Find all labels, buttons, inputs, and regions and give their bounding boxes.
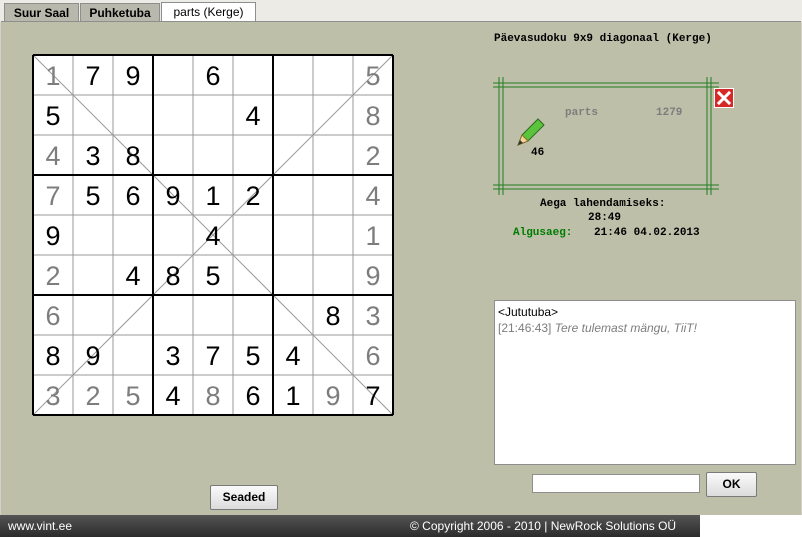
board-cell-digit[interactable]: 7 — [205, 341, 220, 371]
chat-message-time: [21:46:43] — [498, 321, 552, 335]
timer-value: 28:49 — [588, 212, 622, 224]
board-cell-digit[interactable]: 8 — [125, 141, 140, 171]
board-cell-digit[interactable]: 4 — [285, 341, 300, 371]
chat-message-text: Tere tulemast mängu, TiiT! — [554, 321, 697, 335]
board-cell-digit[interactable]: 6 — [45, 301, 60, 331]
board-cell-digit[interactable]: 7 — [365, 381, 380, 411]
board-cell-digit[interactable]: 9 — [325, 381, 340, 411]
player-card-frame — [493, 77, 719, 195]
board-cell-digit[interactable]: 9 — [365, 261, 380, 291]
sudoku-board[interactable]: 1 7 9 6 55 4 84 3 8 27 5 6 9 1 2 49 4 12 4 8 5 96 8 38 9 3 7 5 4 63 2 5… — [32, 54, 394, 416]
chat-box[interactable]: <Jututuba> [21:46:43] Tere tulemast mäng… — [494, 300, 796, 465]
timer-label: Aega lahendamiseks: — [540, 198, 666, 210]
board-cell-digit[interactable]: 7 — [45, 181, 60, 211]
board-cell-digit[interactable]: 2 — [45, 261, 60, 291]
board-cell-digit[interactable]: 9 — [165, 181, 180, 211]
ok-button[interactable]: OK — [706, 472, 757, 497]
board-cell-digit[interactable]: 6 — [205, 61, 220, 91]
board-cell-digit[interactable]: 5 — [125, 381, 140, 411]
board-cell-digit[interactable]: 2 — [245, 181, 260, 211]
board-cell-digit[interactable]: 4 — [125, 261, 140, 291]
player-name: parts — [565, 107, 599, 119]
board-cell-digit[interactable]: 5 — [365, 61, 380, 91]
board-cell-digit[interactable]: 4 — [165, 381, 180, 411]
pencil-icon — [517, 118, 545, 146]
footer-site-link[interactable]: www.vint.ee — [8, 519, 72, 533]
board-cell-digit[interactable]: 8 — [365, 101, 380, 131]
tab-parts-kerge[interactable]: parts (Kerge) — [161, 2, 256, 22]
tab-bar: Suur Saal Puhketuba parts (Kerge) — [0, 0, 802, 22]
player-moves: 46 — [531, 147, 545, 159]
board-cell-digit[interactable]: 9 — [45, 221, 60, 251]
start-time-label: Algusaeg: — [513, 227, 573, 239]
board-cell-digit[interactable]: 4 — [205, 221, 220, 251]
board-cell-digit[interactable]: 4 — [365, 181, 380, 211]
start-time-value: 21:46 04.02.2013 — [594, 227, 700, 239]
board-cell-digit[interactable]: 6 — [125, 181, 140, 211]
board-cell-digit[interactable]: 2 — [85, 381, 100, 411]
settings-button[interactable]: Seaded — [210, 485, 278, 510]
board-cell-digit[interactable]: 5 — [205, 261, 220, 291]
board-cell-digit[interactable]: 6 — [245, 381, 260, 411]
board-cell-digit[interactable]: 5 — [45, 101, 60, 131]
board-cell-digit[interactable]: 8 — [325, 301, 340, 331]
board-cell-digit[interactable]: 3 — [45, 381, 60, 411]
footer: www.vint.ee © Copyright 2006 - 2010 | Ne… — [0, 515, 802, 537]
board-cell-digit[interactable]: 4 — [245, 101, 260, 131]
board-cell-digit[interactable]: 5 — [85, 181, 100, 211]
chat-title: <Jututuba> — [498, 305, 559, 319]
board-cell-digit[interactable]: 4 — [45, 141, 60, 171]
board-cell-digit[interactable]: 6 — [365, 341, 380, 371]
board-cell-digit[interactable]: 8 — [165, 261, 180, 291]
board-cell-digit[interactable]: 1 — [365, 221, 380, 251]
board-cell-digit[interactable]: 1 — [285, 381, 300, 411]
board-cell-digit[interactable]: 3 — [165, 341, 180, 371]
chat-input[interactable] — [532, 474, 700, 493]
chat-message: [21:46:43] Tere tulemast mängu, TiiT! — [498, 321, 792, 335]
tab-puhketuba[interactable]: Puhketuba — [80, 3, 160, 21]
board-cell-digit[interactable]: 5 — [245, 341, 260, 371]
board-cell-digit[interactable]: 1 — [45, 61, 60, 91]
board-cell-digit[interactable]: 3 — [85, 141, 100, 171]
board-cell-digit[interactable]: 9 — [125, 61, 140, 91]
game-title: Päevasudoku 9x9 diagonaal (Kerge) — [494, 33, 712, 45]
footer-blank — [700, 515, 802, 537]
close-icon[interactable] — [714, 88, 734, 108]
board-cell-digit[interactable]: 2 — [365, 141, 380, 171]
board-cell-digit[interactable]: 8 — [45, 341, 60, 371]
player-score: 1279 — [656, 107, 683, 119]
tab-suur-saal[interactable]: Suur Saal — [4, 3, 79, 21]
board-cell-digit[interactable]: 1 — [205, 181, 220, 211]
footer-copyright: © Copyright 2006 - 2010 | NewRock Soluti… — [410, 519, 677, 533]
board-cell-digit[interactable]: 9 — [85, 341, 100, 371]
board-cell-digit[interactable]: 8 — [205, 381, 220, 411]
board-cell-digit[interactable]: 7 — [85, 61, 100, 91]
board-cell-digit[interactable]: 3 — [365, 301, 380, 331]
